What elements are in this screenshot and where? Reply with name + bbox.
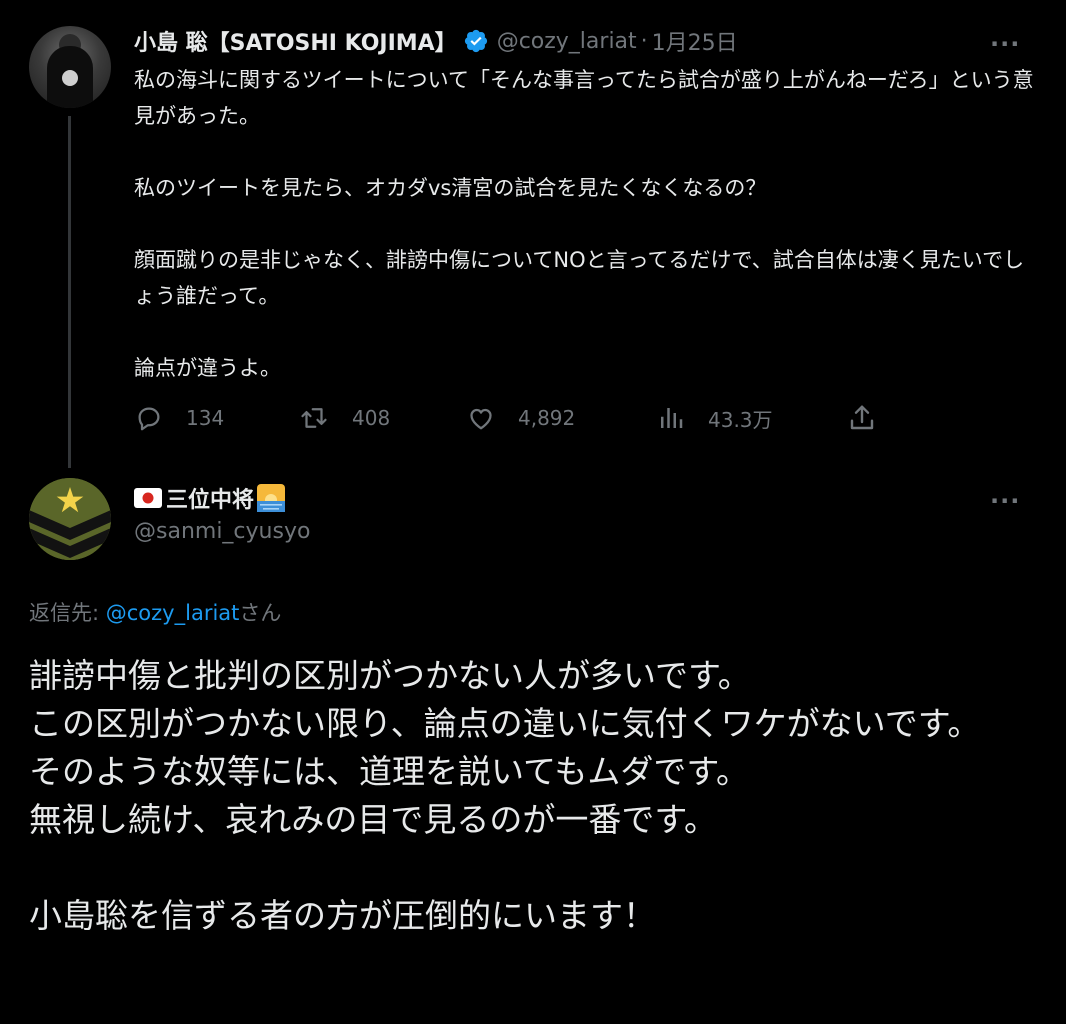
replying-to: 返信先: @cozy_lariatさん	[29, 597, 281, 627]
views-count: 43.3万	[708, 407, 773, 432]
parent-date[interactable]: 1月25日	[652, 25, 738, 57]
share-icon	[846, 402, 878, 434]
replying-to-mention[interactable]: @cozy_lariat	[106, 601, 240, 625]
reply-count: 134	[186, 406, 225, 430]
avatar-shirt-logo	[62, 70, 78, 86]
avatar-sanmi[interactable]	[29, 478, 111, 560]
retweet-count: 408	[352, 406, 391, 430]
avatar-kojima[interactable]	[29, 26, 111, 108]
japan-flag-icon	[134, 488, 162, 508]
parent-handle[interactable]: @cozy_lariat	[497, 29, 637, 54]
like-count: 4,892	[518, 406, 576, 430]
verified-badge-icon[interactable]	[463, 28, 489, 54]
replying-to-prefix: 返信先:	[29, 601, 106, 625]
views-icon	[656, 403, 686, 433]
reply-button[interactable]: 134	[134, 400, 224, 436]
separator-dot: ·	[640, 28, 648, 54]
replying-to-suffix: さん	[239, 601, 282, 625]
parent-more-icon[interactable]: ···	[990, 32, 1020, 56]
parent-tweet-header: 小島 聡【SATOSHI KOJIMA】 @cozy_lariat · 1月25…	[134, 24, 738, 58]
share-button[interactable]	[846, 400, 878, 436]
reply-icon	[134, 403, 164, 433]
retweet-icon	[298, 403, 330, 433]
like-button[interactable]: 4,892	[466, 400, 575, 436]
reply-display-name[interactable]: 三位中将	[166, 482, 254, 514]
thread-line	[68, 116, 71, 468]
parent-tweet-text: 私の海斗に関するツイートについて「そんな事言ってたら試合が盛り上がんねーだろ」と…	[134, 68, 1034, 380]
parent-display-name[interactable]: 小島 聡【SATOSHI KOJIMA】	[134, 25, 457, 57]
sunrise-icon	[257, 484, 286, 512]
like-icon	[466, 403, 496, 433]
reply-tweet-text: 誹謗中傷と批判の区別がつかない人が多いです。 この区別がつかない限り、論点の違い…	[29, 656, 981, 935]
rank-insignia-image	[29, 478, 111, 560]
reply-tweet-header: 三位中将	[134, 481, 286, 515]
retweet-button[interactable]: 408	[298, 400, 390, 436]
reply-handle[interactable]: @sanmi_cyusyo	[134, 519, 310, 544]
views-button[interactable]: 43.3万	[656, 400, 773, 436]
reply-more-icon[interactable]: ···	[990, 489, 1020, 513]
